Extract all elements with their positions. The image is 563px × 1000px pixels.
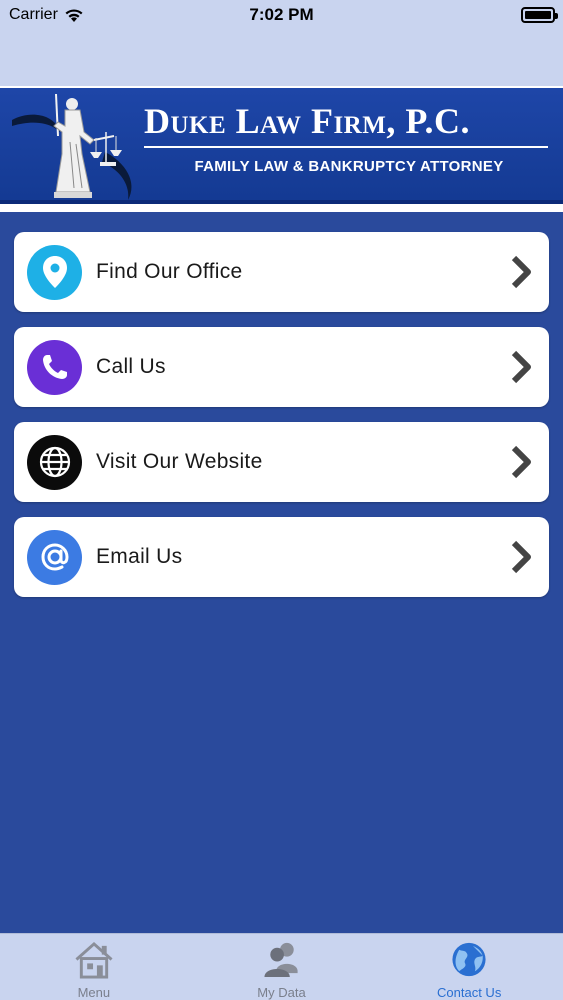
tab-contact-us-label: Contact Us <box>437 985 502 1000</box>
top-bar: Carrier 7:02 PM <box>0 0 563 86</box>
tab-menu-label: Menu <box>77 985 111 1000</box>
chevron-right-icon <box>511 540 531 574</box>
tab-my-data-label: My Data <box>257 985 306 1000</box>
firm-tagline: FAMILY LAW & BANKRUPTCY ATTORNEY <box>194 158 504 175</box>
chevron-right-icon <box>511 255 531 289</box>
tab-contact-us[interactable]: Contact Us <box>375 934 563 1000</box>
email-us-button[interactable]: Email Us <box>14 517 549 597</box>
tab-bar: Menu My Data Contact Us <box>0 933 563 1000</box>
house-icon <box>75 941 113 979</box>
header-banner: Duke Law Firm, P.C. FAMILY LAW & BANKRUP… <box>0 86 563 204</box>
tab-menu[interactable]: Menu <box>0 934 188 1000</box>
globe-icon <box>27 434 82 490</box>
status-time: 7:02 PM <box>249 5 314 24</box>
find-office-label: Find Our Office <box>96 260 243 283</box>
globe-icon <box>452 942 486 977</box>
visit-website-label: Visit Our Website <box>96 450 263 473</box>
chevron-right-icon <box>511 350 531 384</box>
email-us-label: Email Us <box>96 545 183 568</box>
call-us-label: Call Us <box>96 355 166 378</box>
call-us-button[interactable]: Call Us <box>14 327 549 407</box>
find-office-button[interactable]: Find Our Office <box>14 232 549 312</box>
banner-divider <box>144 146 548 148</box>
tab-my-data[interactable]: My Data <box>188 934 376 1000</box>
firm-name: Duke Law Firm, P.C. <box>144 101 471 141</box>
lady-justice-statue-icon <box>12 93 132 200</box>
at-sign-icon <box>27 529 82 585</box>
banner-bottom-strip <box>0 204 563 212</box>
location-pin-icon <box>27 244 82 300</box>
chevron-right-icon <box>511 445 531 479</box>
phone-icon <box>27 339 82 395</box>
visit-website-button[interactable]: Visit Our Website <box>14 422 549 502</box>
users-icon <box>263 942 298 978</box>
